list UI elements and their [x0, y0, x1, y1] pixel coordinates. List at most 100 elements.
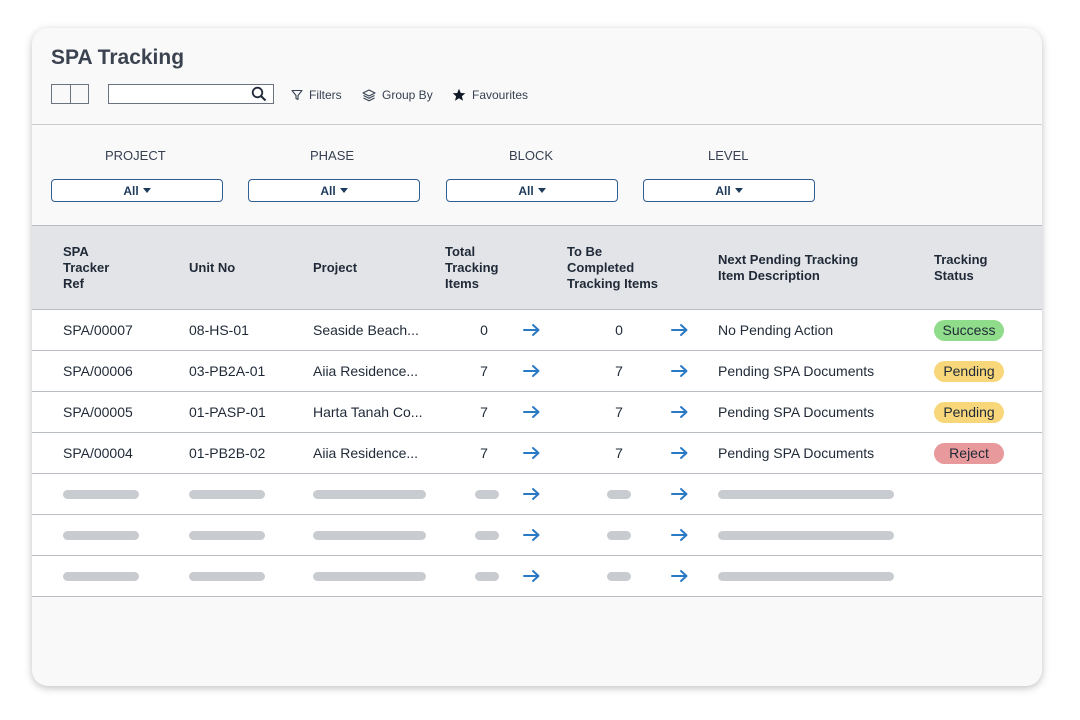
cell-to-be: 7 — [567, 350, 671, 392]
skeleton-bar — [189, 530, 265, 540]
arrow-right-icon[interactable] — [523, 350, 567, 392]
status-badge: Pending — [934, 401, 1005, 423]
header-unit-no[interactable]: Unit No — [189, 225, 313, 310]
arrow-right-icon[interactable] — [523, 309, 567, 351]
header-to-be-line: To Be — [567, 243, 603, 259]
skeleton-cell — [189, 514, 313, 556]
favourites-label: Favourites — [472, 88, 529, 102]
header-total-line: Tracking — [445, 259, 499, 275]
header-status-line: Tracking — [934, 251, 988, 267]
header-total-line: Items — [445, 275, 479, 291]
table-row[interactable]: SPA/00007 08-HS-01 Seaside Beach... 0 0 No Pe… — [32, 309, 1042, 351]
skeleton-cell — [718, 555, 935, 597]
cell-ref[interactable]: SPA/00007 — [32, 309, 189, 351]
caret-down-icon — [142, 188, 151, 193]
header-tracking-status[interactable]: Tracking Status — [934, 225, 1042, 310]
cell-project: Aiia Residence... — [313, 432, 445, 474]
skeleton-bar — [313, 489, 426, 499]
header-ref-line: Ref — [63, 275, 84, 291]
skeleton-cell — [718, 473, 935, 515]
cell-status: Pending — [934, 350, 1042, 392]
arrow-right-icon[interactable] — [671, 514, 719, 556]
caret-down-icon — [537, 188, 546, 193]
filter-project-select[interactable]: All — [51, 179, 223, 202]
filter-block-select[interactable]: All — [446, 179, 618, 202]
view-toggle-right[interactable] — [71, 85, 89, 103]
search-box[interactable] — [108, 84, 274, 104]
cell-ref[interactable]: SPA/00004 — [32, 432, 189, 474]
arrow-right-icon[interactable] — [671, 555, 719, 597]
table-row[interactable]: SPA/00006 03-PB2A-01 Aiia Residence... 7 7 Pe… — [32, 350, 1042, 392]
cell-unit: 08-HS-01 — [189, 309, 313, 351]
cell-total: 0 — [445, 309, 523, 351]
cell-to-be: 0 — [567, 309, 671, 351]
cell-next: Pending SPA Documents — [718, 350, 935, 392]
skeleton-row — [32, 473, 1042, 515]
view-toggle-left[interactable] — [52, 85, 71, 103]
filter-project-value: All — [123, 183, 139, 198]
table-row[interactable]: SPA/00004 01-PB2B-02 Aiia Residence... 7 7 Pe… — [32, 432, 1042, 474]
arrow-right-icon[interactable] — [671, 391, 719, 433]
header-to-be-completed[interactable]: To Be Completed Tracking Items — [567, 225, 719, 310]
arrow-right-icon[interactable] — [671, 432, 719, 474]
arrow-right-icon[interactable] — [523, 391, 567, 433]
cell-total: 7 — [445, 350, 523, 392]
filter-phase-label: PHASE — [310, 148, 355, 163]
page-title: SPA Tracking — [51, 46, 185, 69]
cell-ref[interactable]: SPA/00005 — [32, 391, 189, 433]
skeleton-bar — [607, 489, 631, 499]
filter-level-select[interactable]: All — [643, 179, 815, 202]
cell-unit: 01-PASP-01 — [189, 391, 313, 433]
view-toggle[interactable] — [51, 84, 89, 104]
skeleton-cell — [445, 514, 523, 556]
skeleton-cell — [934, 473, 1042, 515]
arrow-right-icon[interactable] — [671, 473, 719, 515]
cell-project: Seaside Beach... — [313, 309, 445, 351]
caret-down-icon — [734, 188, 743, 193]
skeleton-cell — [32, 555, 189, 597]
skeleton-bar — [475, 530, 499, 540]
spa-tracking-panel: SPA Tracking Filters Group By Favourites… — [32, 28, 1042, 686]
skeleton-cell — [313, 473, 445, 515]
filter-block-value: All — [518, 183, 534, 198]
search-icon[interactable] — [251, 86, 267, 102]
arrow-right-icon[interactable] — [523, 555, 567, 597]
header-next-pending[interactable]: Next Pending Tracking Item Description — [718, 225, 935, 310]
skeleton-cell — [313, 514, 445, 556]
favourites-button[interactable]: Favourites — [452, 86, 528, 104]
header-spa-tracker-ref[interactable]: SPA Tracker Ref — [32, 225, 189, 310]
arrow-right-icon[interactable] — [523, 514, 567, 556]
header-total-tracking-items[interactable]: Total Tracking Items — [445, 225, 567, 310]
header-project[interactable]: Project — [313, 225, 445, 310]
header-next-line: Item Description — [718, 267, 820, 283]
cell-project: Harta Tanah Co... — [313, 391, 445, 433]
arrow-right-icon[interactable] — [523, 473, 567, 515]
star-icon — [452, 88, 466, 101]
group-by-label: Group By — [382, 88, 433, 102]
arrow-right-icon[interactable] — [671, 350, 719, 392]
filter-phase-select[interactable]: All — [248, 179, 420, 202]
header-ref-line: Tracker — [63, 259, 110, 275]
header-to-be-line: Tracking Items — [567, 275, 659, 291]
skeleton-bar — [718, 530, 895, 540]
skeleton-bar — [313, 530, 426, 540]
filters-button[interactable]: Filters — [291, 86, 342, 104]
arrow-right-icon[interactable] — [671, 309, 719, 351]
cell-total: 7 — [445, 391, 523, 433]
skeleton-bar — [63, 489, 139, 499]
skeleton-cell — [32, 514, 189, 556]
table-row[interactable]: SPA/00005 01-PASP-01 Harta Tanah Co... 7 7 Pe… — [32, 391, 1042, 433]
group-by-button[interactable]: Group By — [362, 86, 433, 104]
header-total-line: Total — [445, 243, 476, 259]
skeleton-bar — [475, 571, 499, 581]
cell-status: Pending — [934, 391, 1042, 433]
skeleton-cell — [189, 473, 313, 515]
arrow-right-icon[interactable] — [523, 432, 567, 474]
filter-level-value: All — [715, 183, 731, 198]
cell-ref[interactable]: SPA/00006 — [32, 350, 189, 392]
search-input[interactable] — [111, 86, 257, 102]
cell-to-be: 7 — [567, 432, 671, 474]
skeleton-bar — [475, 489, 499, 499]
status-badge: Reject — [934, 442, 1005, 464]
skeleton-bar — [607, 571, 631, 581]
